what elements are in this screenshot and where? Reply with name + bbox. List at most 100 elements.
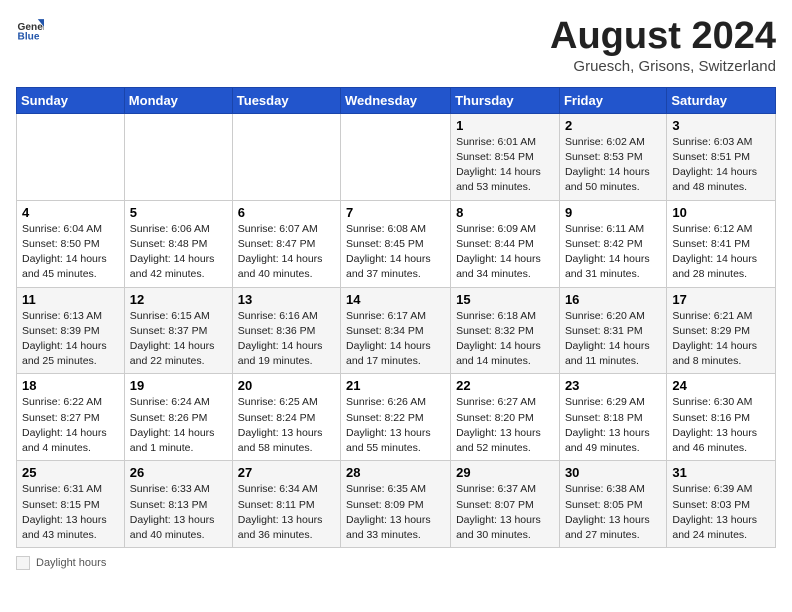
calendar-cell: 26Sunrise: 6:33 AM Sunset: 8:13 PM Dayli… (124, 461, 232, 548)
calendar-cell: 2 Sunrise: 6:02 AM Sunset: 8:53 PM Daylig… (559, 113, 666, 200)
day-number: 17 (672, 292, 770, 307)
calendar-body: 1Sunrise: 6:01 AM Sunset: 8:54 PM Daylig… (17, 113, 776, 547)
day-number: 2 (565, 118, 661, 133)
day-number: 11 (22, 292, 119, 307)
day-info: Sunrise: 6:17 AM Sunset: 8:34 PM Dayligh… (346, 309, 445, 370)
calendar-header-cell: Tuesday (232, 87, 340, 113)
day-number: 23 (565, 378, 661, 393)
calendar-cell: 8 Sunrise: 6:09 AM Sunset: 8:44 PM Daylig… (451, 200, 560, 287)
day-info: Sunrise: 6:38 AM Sunset: 8:05 PM Dayligh… (565, 482, 661, 543)
calendar-header-cell: Monday (124, 87, 232, 113)
generalblue-logo-icon: General Blue (16, 16, 44, 44)
day-number: 5 (130, 205, 227, 220)
day-number: 22 (456, 378, 554, 393)
day-info: Sunrise: 6:07 AM Sunset: 8:47 PM Dayligh… (238, 222, 335, 283)
day-number: 26 (130, 465, 227, 480)
day-number: 29 (456, 465, 554, 480)
day-number: 6 (238, 205, 335, 220)
calendar-week-row: 11 Sunrise: 6:13 AM Sunset: 8:39 PM Dayli… (17, 287, 776, 374)
day-info: Sunrise: 6:29 AM Sunset: 8:18 PM Dayligh… (565, 395, 661, 456)
header: General Blue August 2024 Gruesch, Grison… (16, 16, 776, 75)
day-number: 31 (672, 465, 770, 480)
day-info: Sunrise: 6:02 AM Sunset: 8:53 PM Dayligh… (565, 135, 661, 196)
calendar-cell: 20Sunrise: 6:25 AM Sunset: 8:24 PM Dayli… (232, 374, 340, 461)
day-info: Sunrise: 6:16 AM Sunset: 8:36 PM Dayligh… (238, 309, 335, 370)
title-block: August 2024 Gruesch, Grisons, Switzerlan… (550, 16, 776, 75)
calendar-cell: 14 Sunrise: 6:17 AM Sunset: 8:34 PM Dayli… (341, 287, 451, 374)
day-info: Sunrise: 6:08 AM Sunset: 8:45 PM Dayligh… (346, 222, 445, 283)
day-number: 19 (130, 378, 227, 393)
day-number: 1 (456, 118, 554, 133)
calendar-cell: 16Sunrise: 6:20 AM Sunset: 8:31 PM Dayli… (559, 287, 666, 374)
day-info: Sunrise: 6:15 AM Sunset: 8:37 PM Dayligh… (130, 309, 227, 370)
day-info: Sunrise: 6:22 AM Sunset: 8:27 PM Dayligh… (22, 395, 119, 456)
calendar-header-cell: Sunday (17, 87, 125, 113)
day-info: Sunrise: 6:03 AM Sunset: 8:51 PM Dayligh… (672, 135, 770, 196)
day-info: Sunrise: 6:27 AM Sunset: 8:20 PM Dayligh… (456, 395, 554, 456)
calendar-cell: 12 Sunrise: 6:15 AM Sunset: 8:37 PM Dayli… (124, 287, 232, 374)
calendar-cell: 27 Sunrise: 6:34 AM Sunset: 8:11 PM Dayli… (232, 461, 340, 548)
day-number: 12 (130, 292, 227, 307)
day-number: 14 (346, 292, 445, 307)
calendar-cell: 3Sunrise: 6:03 AM Sunset: 8:51 PM Daylig… (667, 113, 776, 200)
daylight-label: Daylight hours (36, 557, 106, 569)
calendar-cell (124, 113, 232, 200)
calendar-cell: 7 Sunrise: 6:08 AM Sunset: 8:45 PM Daylig… (341, 200, 451, 287)
calendar-cell: 22 Sunrise: 6:27 AM Sunset: 8:20 PM Dayli… (451, 374, 560, 461)
calendar-cell: 5Sunrise: 6:06 AM Sunset: 8:48 PM Daylig… (124, 200, 232, 287)
calendar-week-row: 4Sunrise: 6:04 AM Sunset: 8:50 PM Daylig… (17, 200, 776, 287)
day-info: Sunrise: 6:11 AM Sunset: 8:42 PM Dayligh… (565, 222, 661, 283)
logo: General Blue (16, 16, 44, 44)
day-info: Sunrise: 6:13 AM Sunset: 8:39 PM Dayligh… (22, 309, 119, 370)
calendar-cell: 29 Sunrise: 6:37 AM Sunset: 8:07 PM Dayli… (451, 461, 560, 548)
day-info: Sunrise: 6:09 AM Sunset: 8:44 PM Dayligh… (456, 222, 554, 283)
calendar-cell: 21 Sunrise: 6:26 AM Sunset: 8:22 PM Dayli… (341, 374, 451, 461)
day-number: 18 (22, 378, 119, 393)
day-info: Sunrise: 6:30 AM Sunset: 8:16 PM Dayligh… (672, 395, 770, 456)
day-info: Sunrise: 6:04 AM Sunset: 8:50 PM Dayligh… (22, 222, 119, 283)
calendar-cell: 18 Sunrise: 6:22 AM Sunset: 8:27 PM Dayli… (17, 374, 125, 461)
calendar-week-row: 25Sunrise: 6:31 AM Sunset: 8:15 PM Dayli… (17, 461, 776, 548)
day-number: 15 (456, 292, 554, 307)
day-info: Sunrise: 6:18 AM Sunset: 8:32 PM Dayligh… (456, 309, 554, 370)
calendar-cell: 28 Sunrise: 6:35 AM Sunset: 8:09 PM Dayli… (341, 461, 451, 548)
day-number: 24 (672, 378, 770, 393)
calendar-header-row: SundayMondayTuesdayWednesdayThursdayFrid… (17, 87, 776, 113)
month-title: August 2024 (550, 16, 776, 58)
day-info: Sunrise: 6:39 AM Sunset: 8:03 PM Dayligh… (672, 482, 770, 543)
calendar-cell: 19Sunrise: 6:24 AM Sunset: 8:26 PM Dayli… (124, 374, 232, 461)
calendar-header-cell: Saturday (667, 87, 776, 113)
calendar-cell: 11 Sunrise: 6:13 AM Sunset: 8:39 PM Dayli… (17, 287, 125, 374)
calendar-cell: 17Sunrise: 6:21 AM Sunset: 8:29 PM Dayli… (667, 287, 776, 374)
calendar-cell: 4Sunrise: 6:04 AM Sunset: 8:50 PM Daylig… (17, 200, 125, 287)
day-number: 9 (565, 205, 661, 220)
day-number: 30 (565, 465, 661, 480)
calendar-cell: 13 Sunrise: 6:16 AM Sunset: 8:36 PM Dayli… (232, 287, 340, 374)
footer-note: Daylight hours (16, 556, 776, 570)
day-info: Sunrise: 6:12 AM Sunset: 8:41 PM Dayligh… (672, 222, 770, 283)
day-info: Sunrise: 6:34 AM Sunset: 8:11 PM Dayligh… (238, 482, 335, 543)
calendar-cell: 24 Sunrise: 6:30 AM Sunset: 8:16 PM Dayli… (667, 374, 776, 461)
day-info: Sunrise: 6:26 AM Sunset: 8:22 PM Dayligh… (346, 395, 445, 456)
day-number: 8 (456, 205, 554, 220)
day-info: Sunrise: 6:35 AM Sunset: 8:09 PM Dayligh… (346, 482, 445, 543)
calendar-header-cell: Friday (559, 87, 666, 113)
calendar-cell: 30 Sunrise: 6:38 AM Sunset: 8:05 PM Dayli… (559, 461, 666, 548)
calendar-cell (17, 113, 125, 200)
calendar-cell: 10Sunrise: 6:12 AM Sunset: 8:41 PM Dayli… (667, 200, 776, 287)
calendar-week-row: 1Sunrise: 6:01 AM Sunset: 8:54 PM Daylig… (17, 113, 776, 200)
day-info: Sunrise: 6:31 AM Sunset: 8:15 PM Dayligh… (22, 482, 119, 543)
calendar-header-cell: Thursday (451, 87, 560, 113)
location-title: Gruesch, Grisons, Switzerland (550, 58, 776, 75)
day-number: 28 (346, 465, 445, 480)
day-number: 27 (238, 465, 335, 480)
calendar-cell: 23 Sunrise: 6:29 AM Sunset: 8:18 PM Dayli… (559, 374, 666, 461)
day-number: 13 (238, 292, 335, 307)
daylight-swatch (16, 556, 30, 570)
calendar-cell (341, 113, 451, 200)
day-number: 7 (346, 205, 445, 220)
day-number: 16 (565, 292, 661, 307)
calendar-header-cell: Wednesday (341, 87, 451, 113)
day-info: Sunrise: 6:37 AM Sunset: 8:07 PM Dayligh… (456, 482, 554, 543)
day-number: 21 (346, 378, 445, 393)
